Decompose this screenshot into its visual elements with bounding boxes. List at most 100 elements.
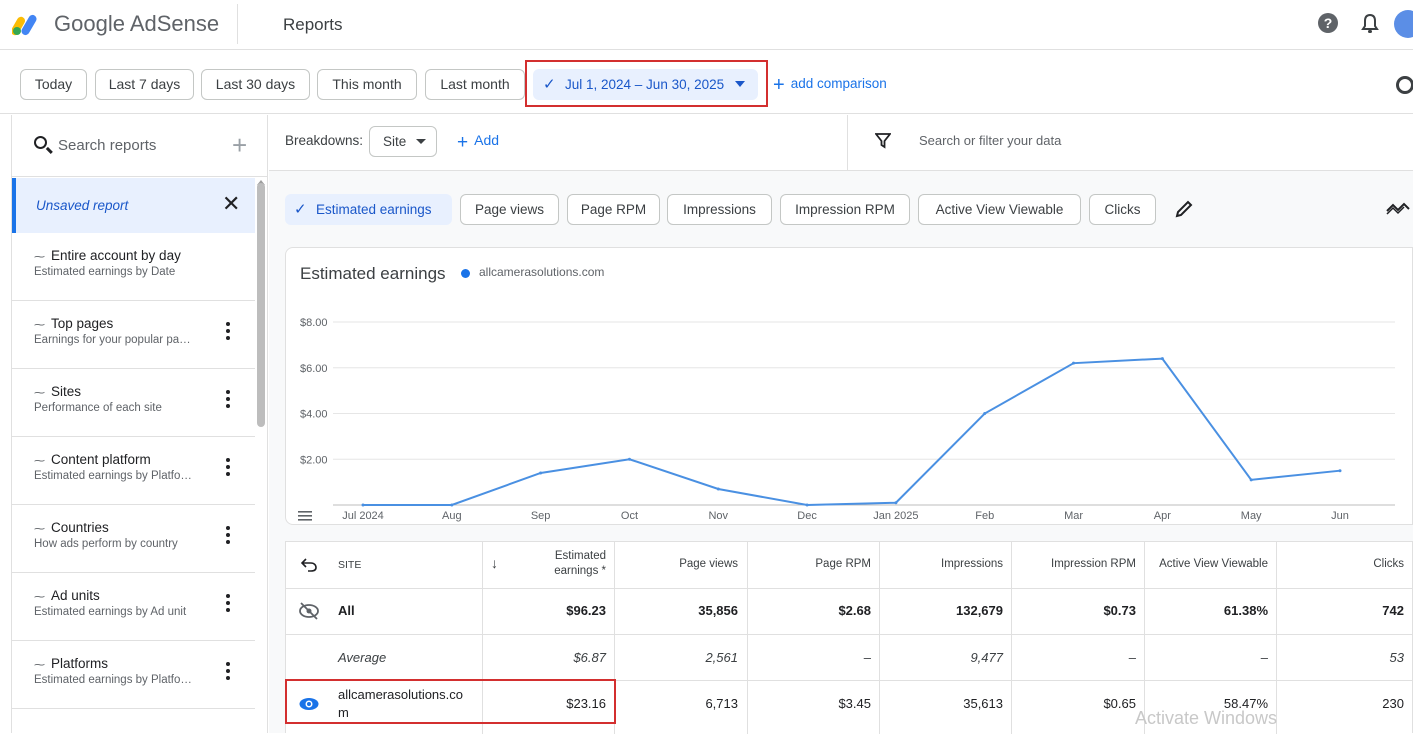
metric-chip-clicks[interactable]: Clicks [1089, 194, 1156, 225]
average-page-rpm: – [863, 650, 871, 665]
site-impressions: 35,613 [963, 696, 1003, 711]
report-title: Ad units [51, 588, 100, 603]
data-point[interactable] [1160, 357, 1164, 361]
sidebar-item-countries[interactable]: ⁓ Countries How ads perform by country [12, 505, 255, 573]
page-title: Reports [283, 15, 343, 34]
metric-chip-page-views[interactable]: Page views [460, 194, 559, 225]
visibility-off-icon[interactable] [298, 602, 320, 620]
scrollbar[interactable] [257, 183, 265, 427]
average-active-view: – [1260, 650, 1268, 665]
data-point[interactable] [1249, 478, 1253, 482]
more-vert-icon[interactable] [226, 662, 230, 680]
data-point[interactable] [361, 503, 365, 507]
bell-icon[interactable] [1360, 13, 1380, 35]
all-active-view: 61.38% [1223, 603, 1268, 618]
sidebar-item-unsaved-report[interactable]: Unsaved report ✕ [12, 178, 255, 233]
filter-icon[interactable] [875, 133, 891, 149]
more-vert-icon[interactable] [226, 458, 230, 476]
column-header-impression-rpm[interactable]: Impression RPM [1016, 558, 1136, 570]
sidebar-item-content-platform[interactable]: ⁓ Content platform Estimated earnings by … [12, 437, 255, 505]
column-header-page-views[interactable]: Page views [626, 558, 738, 570]
more-vert-icon[interactable] [226, 322, 230, 340]
avatar[interactable] [1394, 10, 1413, 38]
add-comparison-button[interactable]: + add comparison [773, 74, 887, 97]
average-page-views: 2,561 [705, 650, 738, 665]
row-label-all: All [338, 603, 355, 618]
help-icon[interactable]: ? [1318, 13, 1338, 33]
add-breakdown-label: Add [474, 132, 500, 148]
sparkle-icon: ⁓ [34, 387, 45, 399]
data-point[interactable] [627, 457, 631, 461]
metric-chip-estimated-earnings[interactable]: ✓ Estimated earnings [285, 194, 452, 225]
highlight-box [285, 679, 616, 724]
filter-input[interactable]: Search or filter your data [919, 133, 1061, 148]
chip-last-30-days[interactable]: Last 30 days [201, 69, 310, 100]
check-icon: ✓ [294, 201, 307, 218]
column-header-earnings-line1[interactable]: Estimated [526, 550, 606, 562]
sidebar-item-ad-units[interactable]: ⁓ Ad units Estimated earnings by Ad unit [12, 573, 255, 641]
metric-chip-impressions[interactable]: Impressions [667, 194, 772, 225]
data-point[interactable] [1072, 361, 1076, 365]
trend-compare-icon[interactable] [1386, 199, 1410, 219]
chip-last-7-days[interactable]: Last 7 days [95, 69, 194, 100]
column-header-impressions[interactable]: Impressions [886, 558, 1003, 570]
y-tick-label: $8.00 [300, 317, 328, 329]
chevron-down-icon [416, 139, 426, 144]
chip-today[interactable]: Today [20, 69, 87, 100]
chart-title: Estimated earnings [300, 264, 446, 283]
search-reports[interactable]: Search reports + [12, 115, 268, 177]
earnings-line-chart[interactable]: $8.00 $6.00 $4.00 $2.00 Jul 2024 Aug Sep Oct Nov… [285, 300, 1413, 525]
sidebar-item-platforms[interactable]: ⁓ Platforms Estimated earnings by Platfo… [12, 641, 255, 709]
x-tick-label: Jul 2024 [342, 510, 384, 522]
x-tick-label: Sep [531, 510, 551, 522]
metric-chip-page-rpm[interactable]: Page RPM [567, 194, 660, 225]
windows-watermark: Activate Windows [1135, 708, 1278, 728]
divider [879, 542, 880, 734]
column-header-site[interactable]: SITE [338, 559, 361, 571]
chip-last-month[interactable]: Last month [425, 69, 525, 100]
chip-this-month[interactable]: This month [317, 69, 417, 100]
plus-icon[interactable]: + [232, 130, 247, 161]
report-subtitle: Performance of each site [34, 402, 162, 414]
gear-icon[interactable] [1396, 76, 1413, 94]
sparkle-icon: ⁓ [34, 659, 45, 671]
data-point[interactable] [539, 471, 543, 475]
report-title: Countries [51, 520, 109, 535]
more-vert-icon[interactable] [226, 526, 230, 544]
brand-name[interactable]: Google AdSense [54, 11, 219, 37]
data-point[interactable] [983, 412, 987, 415]
column-header-page-rpm[interactable]: Page RPM [756, 558, 871, 570]
menu-icon[interactable] [298, 511, 312, 521]
sparkle-icon: ⁓ [34, 523, 45, 535]
data-point[interactable] [450, 503, 454, 507]
data-point[interactable] [716, 487, 720, 491]
breakdowns-label: Breakdowns: [285, 133, 364, 148]
sidebar-item-sites[interactable]: ⁓ Sites Performance of each site [12, 369, 255, 437]
average-earnings: $6.87 [573, 650, 606, 665]
report-subtitle: Earnings for your popular pa… [34, 334, 191, 346]
all-clicks: 742 [1382, 603, 1404, 618]
data-point[interactable] [1338, 469, 1342, 473]
sidebar-item-top-pages[interactable]: ⁓ Top pages Earnings for your popular pa… [12, 301, 255, 369]
more-vert-icon[interactable] [226, 390, 230, 408]
report-subtitle: Estimated earnings by Platfo… [34, 674, 192, 686]
divider [1011, 542, 1012, 734]
metric-chip-active-view-viewable[interactable]: Active View Viewable [918, 194, 1081, 225]
column-header-clicks[interactable]: Clicks [1286, 558, 1404, 570]
series-line[interactable] [363, 357, 1341, 507]
data-point[interactable] [894, 501, 898, 505]
sort-arrow-icon[interactable]: ↓ [491, 555, 498, 571]
add-breakdown-button[interactable]: + Add [457, 132, 499, 154]
breakdown-site-dropdown[interactable]: Site [369, 126, 437, 157]
data-point[interactable] [805, 503, 809, 507]
close-icon[interactable]: ✕ [222, 191, 240, 217]
column-header-active-view[interactable]: Active View Viewable [1148, 558, 1268, 570]
add-comparison-label: add comparison [790, 76, 887, 91]
metric-chip-impression-rpm[interactable]: Impression RPM [780, 194, 910, 225]
sidebar-item-entire-account[interactable]: ⁓ Entire account by day Estimated earning… [12, 233, 255, 301]
more-vert-icon[interactable] [226, 594, 230, 612]
column-header-earnings-line2[interactable]: earnings * [526, 565, 606, 577]
breakdown-site-label: Site [383, 134, 407, 149]
pencil-icon[interactable] [1174, 199, 1194, 219]
undo-icon[interactable] [301, 558, 317, 572]
